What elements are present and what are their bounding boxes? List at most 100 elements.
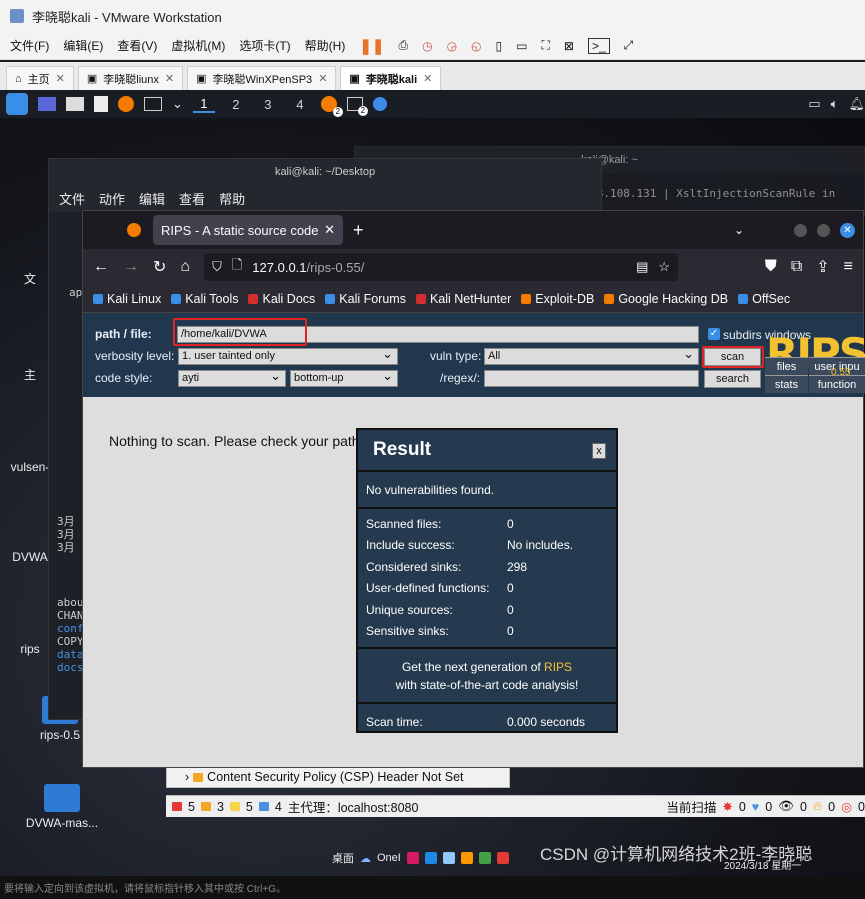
console-icon[interactable]: >_ [587, 37, 610, 54]
stretch-icon[interactable]: ⤢ [624, 38, 634, 53]
bookmark-offsec[interactable]: OffSec [738, 292, 790, 306]
onedrive-icon[interactable]: ☁ [360, 852, 371, 865]
show-desktop-icon[interactable] [38, 97, 56, 111]
function-tab[interactable]: function [809, 375, 865, 393]
close-window-icon[interactable]: ✕ [840, 222, 855, 238]
taskbar-firefox-icon[interactable]: 2 [320, 96, 343, 117]
close-icon[interactable]: ✕ [165, 72, 174, 85]
term-menu-edit[interactable]: 编辑 [139, 189, 165, 208]
workspace-1[interactable]: 1 [192, 96, 215, 113]
back-icon[interactable]: ← [93, 258, 109, 276]
reload-icon[interactable]: ↻ [153, 257, 166, 277]
browser-tab-rips[interactable]: RIPS - A static source code an ✕ [153, 215, 343, 245]
terminal-icon[interactable] [144, 97, 162, 111]
notification-icon[interactable]: 🔔︎ [848, 96, 865, 112]
workspace-4[interactable]: 4 [289, 97, 311, 112]
tab-list-chevron-icon[interactable]: ⌄ [734, 223, 744, 237]
forward-icon[interactable]: → [123, 258, 139, 276]
pocket-icon[interactable]: ⛊ [765, 258, 777, 276]
tray-app-icon[interactable] [496, 852, 509, 864]
vmtab-winxp[interactable]: ▣ 李晓聪WinXPenSP3 ✕ [187, 66, 337, 90]
term-menu-file[interactable]: 文件 [59, 189, 85, 208]
bookmark-kali-forums[interactable]: Kali Forums [325, 292, 406, 306]
menu-file[interactable]: 文件(F) [10, 37, 49, 54]
thumbnail-icon[interactable]: ▭ [516, 39, 527, 53]
tray-app-icon[interactable] [460, 852, 473, 864]
vmtab-home[interactable]: ⌂ 主页 ✕ [6, 66, 74, 90]
reader-view-icon[interactable]: ▤ [636, 259, 648, 275]
workspace-2[interactable]: 2 [225, 97, 247, 112]
regex-input[interactable] [484, 370, 699, 387]
menu-help[interactable]: 帮助(H) [305, 37, 346, 54]
taskbar-terminal-icon[interactable]: 2 [346, 97, 368, 116]
home-icon[interactable]: ⌂ [180, 258, 190, 276]
zap-alert-row[interactable]: › Content Security Policy (CSP) Header N… [166, 766, 510, 788]
stats-tab[interactable]: stats [765, 375, 808, 393]
bookmark-ghdb[interactable]: Google Hacking DB [604, 292, 728, 306]
search-button[interactable]: search [704, 370, 761, 388]
bookmark-kali-tools[interactable]: Kali Tools [171, 292, 238, 306]
file-manager-icon[interactable] [66, 97, 84, 111]
desktop-icon-dvwa-master[interactable]: DVWA-mas... [20, 784, 104, 830]
flow-select[interactable]: bottom-up [290, 368, 398, 387]
menu-tabs[interactable]: 选项卡(T) [239, 37, 290, 54]
fullscreen-icon[interactable]: ⛶ [541, 38, 549, 53]
stop-icon: ◎ [841, 800, 853, 814]
menu-edit[interactable]: 编辑(E) [63, 37, 103, 54]
term-menu-action[interactable]: 动作 [99, 189, 125, 208]
tray-app-icon[interactable] [442, 852, 455, 864]
kali-menu-icon[interactable] [6, 93, 28, 115]
bookmark-label: Kali Tools [185, 291, 239, 306]
maximize-icon[interactable] [817, 223, 830, 237]
taskbar-onedrive[interactable]: OneI [377, 852, 401, 864]
vuln-type-select[interactable]: All [484, 346, 699, 365]
term-menu-view[interactable]: 查看 [179, 189, 205, 208]
close-icon[interactable]: ✕ [324, 222, 335, 238]
firefox-icon[interactable] [118, 96, 134, 112]
path-label-rest: / file: [120, 327, 152, 341]
taskbar-zap-icon[interactable] [372, 97, 387, 111]
bookmark-kali-nethunter[interactable]: Kali NetHunter [415, 292, 511, 306]
new-tab-icon[interactable]: + [353, 220, 364, 241]
sidebar-toggle-icon[interactable]: ▯ [496, 39, 503, 53]
hamburger-menu-icon[interactable]: ≡ [844, 258, 853, 276]
menu-vm[interactable]: 虚拟机(M) [171, 37, 225, 54]
chevron-down-icon[interactable]: ⌄ [172, 96, 183, 112]
pause-icon[interactable]: ❚❚ [359, 37, 384, 55]
rips-link[interactable]: RIPS [544, 660, 572, 674]
code-style-select[interactable]: ayti [178, 368, 286, 387]
workspace-3[interactable]: 3 [257, 97, 279, 112]
taskbar-desktop[interactable]: 桌面 [332, 850, 354, 866]
firefox-view-icon[interactable] [127, 223, 141, 237]
files-tab[interactable]: files [765, 357, 808, 375]
vmtab-kali[interactable]: ▣ 李晓聪kali ✕ [340, 66, 442, 90]
menu-view[interactable]: 查看(V) [117, 37, 157, 54]
close-icon[interactable]: ✕ [423, 72, 432, 85]
bookmark-kali-linux[interactable]: Kali Linux [93, 292, 161, 306]
close-icon[interactable]: ✕ [318, 72, 327, 85]
close-button[interactable]: x [592, 443, 606, 459]
revert-snapshot-icon[interactable]: ◶ [447, 39, 457, 53]
url-bar[interactable]: ⛉ 🗋︎ 127.0.0.1/rips-0.55/ ▤ ☆ [204, 253, 679, 281]
tray-app-icon[interactable] [478, 852, 491, 864]
volume-icon[interactable]: 🔈︎ [831, 96, 839, 112]
display-icon[interactable]: ▭ [808, 96, 820, 112]
bookmark-star-icon[interactable]: ☆ [658, 259, 670, 275]
bookmark-kali-docs[interactable]: Kali Docs [248, 292, 315, 306]
extensions-icon[interactable]: ⧉ [791, 258, 802, 276]
unity-icon[interactable]: ⊠ [564, 39, 574, 53]
tray-app-icon[interactable] [406, 852, 419, 864]
snapshot-icon[interactable]: ◷ [422, 39, 432, 53]
send-keys-icon[interactable]: ⎙ [398, 38, 408, 53]
term-menu-help[interactable]: 帮助 [219, 189, 245, 208]
text-editor-icon[interactable] [94, 96, 108, 112]
minimize-icon[interactable] [794, 223, 807, 237]
bookmark-exploit-db[interactable]: Exploit-DB [521, 292, 594, 306]
vmtab-linux[interactable]: ▣ 李晓聪liunx ✕ [77, 66, 184, 90]
manage-snapshots-icon[interactable]: ◵ [471, 39, 481, 53]
close-icon[interactable]: ✕ [56, 72, 65, 85]
subdirs-checkbox[interactable]: ✓ [708, 328, 720, 340]
verbosity-select[interactable]: 1. user tainted only [178, 346, 398, 365]
tray-app-icon[interactable] [424, 852, 437, 864]
share-icon[interactable]: ⇪ [816, 257, 829, 277]
